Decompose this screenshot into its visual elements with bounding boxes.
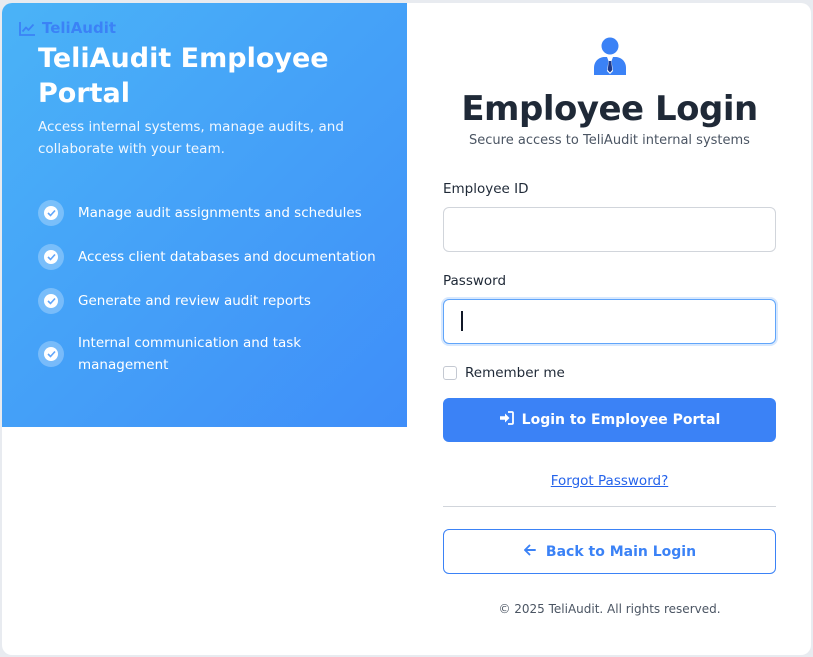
check-circle-icon <box>38 244 64 270</box>
brand-logo[interactable]: TeliAudit <box>19 19 116 37</box>
hero-title: TeliAudit Employee Portal <box>38 43 329 109</box>
feature-label: Internal communication and task manageme… <box>78 335 302 373</box>
login-button-label: Login to Employee Portal <box>521 412 721 428</box>
remember-me-label: Remember me <box>465 365 565 381</box>
employee-id-input[interactable] <box>443 207 776 252</box>
feature-list: Manage audit assignments and schedules A… <box>38 200 388 394</box>
login-window: TeliAudit TeliAudit Employee Portal Acce… <box>2 3 811 655</box>
hero-panel: TeliAudit TeliAudit Employee Portal Acce… <box>2 3 407 427</box>
feature-label: Manage audit assignments and schedules <box>78 205 362 221</box>
sign-in-icon <box>499 411 514 429</box>
copyright-text: © 2025 TeliAudit. All rights reserved. <box>498 602 721 616</box>
password-label: Password <box>443 273 507 289</box>
back-to-main-login-button[interactable]: Back to Main Login <box>443 529 776 574</box>
arrow-left-icon <box>523 544 536 560</box>
hero-description: Access internal systems, manage audits, … <box>38 119 344 157</box>
back-button-label: Back to Main Login <box>545 543 697 560</box>
feature-label: Access client databases and documentatio… <box>78 249 376 265</box>
check-circle-icon <box>38 288 64 314</box>
text-caret <box>461 311 463 331</box>
feature-item: Manage audit assignments and schedules <box>38 200 388 226</box>
check-circle-icon <box>38 341 64 367</box>
remember-me[interactable]: Remember me <box>443 365 565 381</box>
login-subtitle: Secure access to TeliAudit internal syst… <box>469 133 750 148</box>
forgot-password-link[interactable]: Forgot Password? <box>443 473 776 489</box>
login-title: Employee Login <box>461 89 758 129</box>
feature-label: Generate and review audit reports <box>78 293 311 309</box>
login-button[interactable]: Login to Employee Portal <box>443 398 776 442</box>
login-panel: Employee Login Secure access to TeliAudi… <box>443 3 776 655</box>
feature-item: Internal communication and task manageme… <box>38 332 388 376</box>
employee-id-label: Employee ID <box>443 181 529 197</box>
feature-item: Generate and review audit reports <box>38 288 388 314</box>
remember-me-checkbox[interactable] <box>443 366 457 380</box>
check-circle-icon <box>38 200 64 226</box>
user-tie-icon <box>594 37 626 79</box>
password-input[interactable] <box>443 299 776 344</box>
feature-item: Access client databases and documentatio… <box>38 244 388 270</box>
chart-line-icon <box>19 21 36 36</box>
password-field-wrap <box>443 299 776 344</box>
divider <box>443 506 776 507</box>
brand-name: TeliAudit <box>42 19 117 37</box>
